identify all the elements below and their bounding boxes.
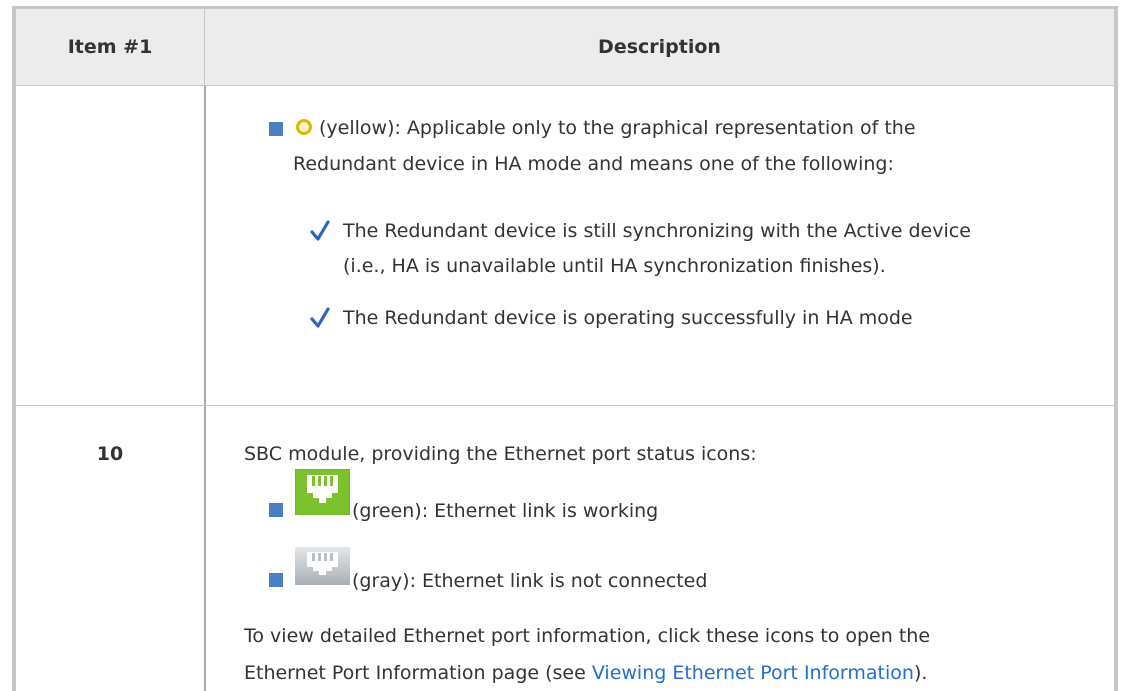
description-table: Item #1 Description (yellow): Applicable… [12, 6, 1118, 691]
footer-prefix: Ethernet Port Information page (see [244, 662, 592, 684]
bullet-square-icon [269, 503, 283, 517]
yellow-bullet-line1: (yellow): Applicable only to the graphic… [319, 117, 916, 139]
checkmark-icon [310, 307, 330, 328]
row-divider [16, 405, 1114, 406]
viewing-ethernet-port-information-link[interactable]: Viewing Ethernet Port Information [592, 662, 914, 684]
ethernet-port-gray-icon [295, 547, 350, 585]
header-description: Description [598, 36, 721, 58]
ethernet-port-green-icon [295, 469, 350, 515]
table-left-border [12, 6, 16, 691]
column-divider [204, 86, 206, 691]
header-item: Item #1 [67, 36, 153, 58]
sub-item-2-line1: The Redundant device is operating succes… [343, 307, 913, 329]
footer-suffix: ). [913, 662, 928, 684]
sub-item-1-line1: The Redundant device is still synchroniz… [343, 220, 971, 242]
yellow-status-circle-icon [296, 119, 312, 135]
checkmark-icon [310, 220, 330, 241]
bullet-square-icon [269, 573, 283, 587]
gray-bullet-text: (gray): Ethernet link is not connected [352, 570, 708, 592]
bullet-square-icon [269, 122, 283, 136]
row-10-footer-line2: Ethernet Port Information page (see View… [244, 661, 927, 685]
table-right-border [1114, 6, 1118, 691]
green-bullet-text: (green): Ethernet link is working [352, 500, 659, 522]
sub-item-1-line2: (i.e., HA is unavailable until HA synchr… [343, 255, 886, 277]
row-10-footer-line1: To view detailed Ethernet port informati… [244, 625, 931, 647]
item-number: 10 [96, 443, 124, 465]
row-10-intro: SBC module, providing the Ethernet port … [244, 443, 757, 465]
yellow-bullet-line2: Redundant device in HA mode and means on… [293, 153, 894, 175]
